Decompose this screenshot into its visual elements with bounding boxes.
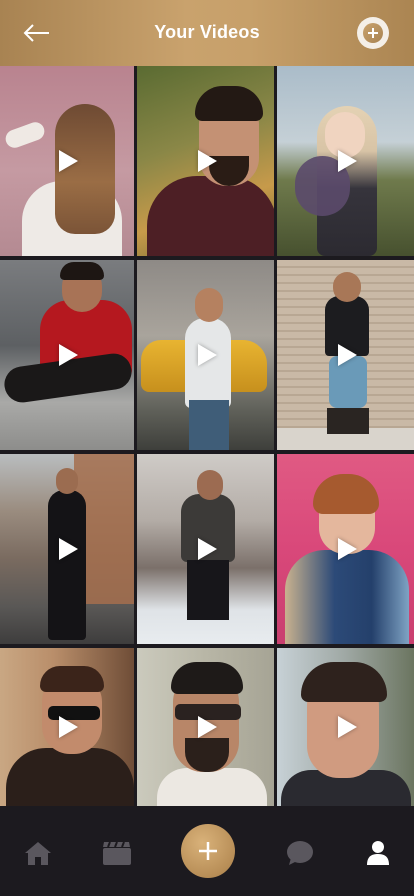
nav-add-button[interactable] (181, 824, 235, 878)
play-icon (197, 344, 217, 366)
play-icon (59, 538, 78, 560)
clapperboard-icon (103, 841, 131, 865)
play-icon (337, 716, 357, 738)
plus-circle-icon (363, 23, 383, 43)
play-icon (337, 150, 357, 172)
video-thumbnail[interactable] (277, 454, 414, 644)
video-thumbnail[interactable] (0, 648, 134, 806)
play-icon (337, 344, 357, 366)
video-thumbnail[interactable] (0, 454, 134, 644)
add-video-button[interactable] (357, 17, 389, 49)
play-icon (197, 716, 217, 738)
play-icon (337, 538, 357, 560)
video-thumbnail[interactable] (137, 260, 274, 450)
play-icon (59, 150, 78, 172)
play-icon (59, 344, 78, 366)
nav-chat[interactable] (282, 836, 318, 870)
nav-videos[interactable] (99, 836, 135, 870)
nav-profile[interactable] (360, 836, 396, 870)
bottom-nav (0, 806, 414, 896)
nav-home[interactable] (20, 836, 56, 870)
page-title: Your Videos (154, 22, 260, 42)
video-thumbnail[interactable] (0, 260, 134, 450)
video-thumbnail[interactable] (0, 66, 134, 256)
video-thumbnail[interactable] (137, 648, 274, 806)
video-thumbnail[interactable] (137, 454, 274, 644)
video-thumbnail[interactable] (277, 66, 414, 256)
play-icon (59, 716, 78, 738)
play-icon (197, 150, 217, 172)
video-thumbnail[interactable] (277, 648, 414, 806)
profile-icon (367, 841, 389, 865)
video-grid (0, 66, 414, 806)
play-icon (197, 538, 217, 560)
plus-icon (199, 842, 217, 860)
header-bar: Your Videos (0, 0, 414, 66)
app-root: Your Videos (0, 0, 414, 896)
chat-bubble-icon (287, 841, 313, 865)
video-thumbnail[interactable] (277, 260, 414, 450)
video-thumbnail[interactable] (137, 66, 274, 256)
home-icon (25, 842, 51, 865)
